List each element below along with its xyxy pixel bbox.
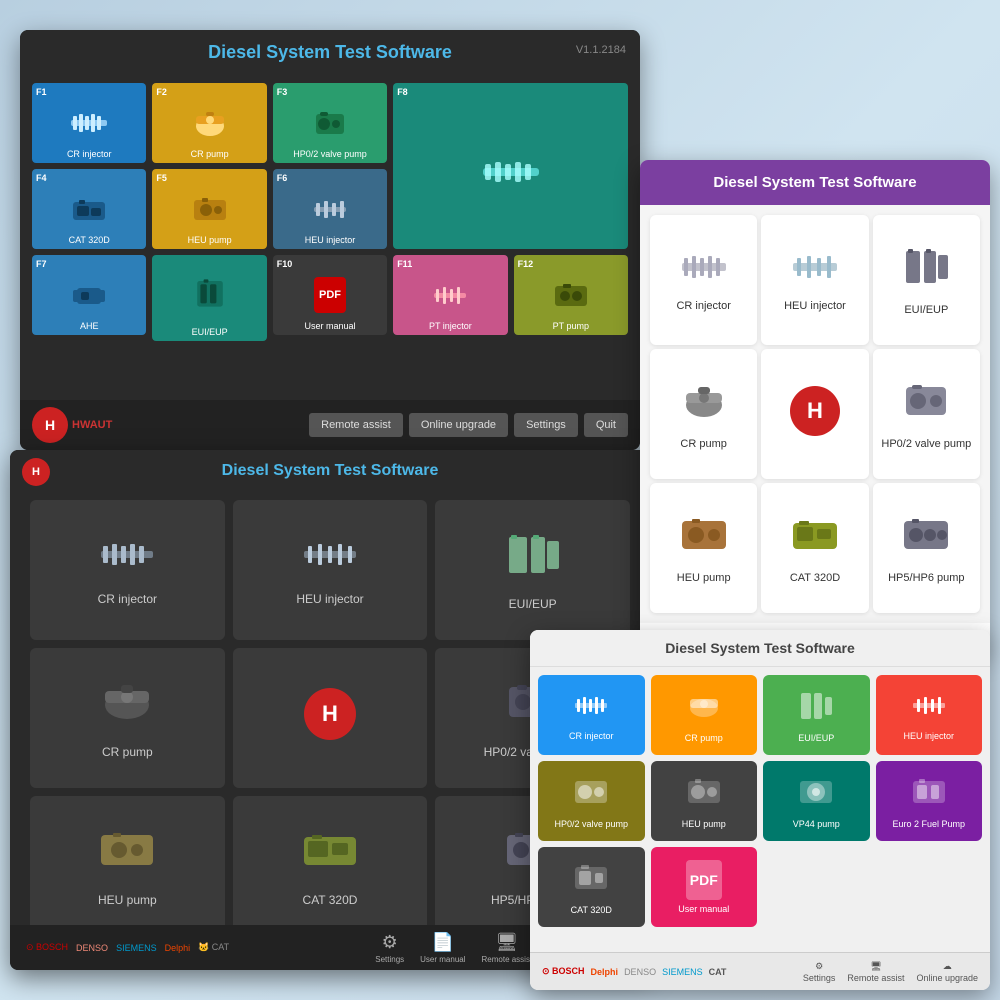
tile-pt-injector-f11[interactable]: F11 PT injector <box>393 255 507 335</box>
brand-logos-w4: ⊙ BOSCH Delphi DENSO SIEMENS CAT <box>542 966 726 977</box>
window2-title: Diesel System Test Software <box>10 450 650 492</box>
tile-cat320d-f4[interactable]: F4 CAT 320D <box>32 169 146 249</box>
w2-tile-cr-injector[interactable]: CR injector <box>30 500 225 640</box>
window1-diesel-software: Diesel System Test Software V1.1.2184 F1… <box>20 30 640 450</box>
w4-tile-vp44-pump[interactable]: VP44 pump <box>763 761 870 841</box>
tile-cr-pump-f2[interactable]: F2 CR pump <box>152 83 266 163</box>
w4-tile-cr-pump[interactable]: CR pump <box>651 675 758 755</box>
window1-tile-grid: F1 CR injector F2 <box>20 75 640 349</box>
w3-tile-heu-injector[interactable]: HEU injector <box>761 215 868 345</box>
window4-bottom-bar: ⊙ BOSCH Delphi DENSO SIEMENS CAT ⚙ Setti… <box>530 952 990 990</box>
online-upgrade-button[interactable]: Online upgrade <box>409 413 508 437</box>
window1-bottom-bar: H HWAUT Remote assist Online upgrade Set… <box>20 400 640 450</box>
hwaut-logo: H HWAUT <box>32 407 112 443</box>
nav-online-upgrade-w4[interactable]: ☁ Online upgrade <box>916 961 978 983</box>
tile-heu-injector-f6[interactable]: F6 HEU injector <box>273 169 387 249</box>
w3-tile-eui-eup[interactable]: EUI/EUP <box>873 215 980 345</box>
tile-pt-pump-f12[interactable]: F12 PT pump <box>514 255 628 335</box>
tile-eui-eup[interactable]: EUI/EUP <box>152 255 266 341</box>
tile-ahe-f7[interactable]: F7 AHE <box>32 255 146 335</box>
w4-tile-user-manual[interactable]: PDF User manual <box>651 847 758 927</box>
window1-buttons: Remote assist Online upgrade Settings Qu… <box>309 413 628 437</box>
w4-tile-euro2-fuel-pump[interactable]: Euro 2 Fuel Pump <box>876 761 983 841</box>
w3-tile-hp5hp6-pump[interactable]: HP5/HP6 pump <box>873 483 980 613</box>
w4-tile-hp-valve-pump[interactable]: HP0/2 valve pump <box>538 761 645 841</box>
w2-tile-heu-injector[interactable]: HEU injector <box>233 500 428 640</box>
nav-settings-w4[interactable]: ⚙ Settings <box>803 961 836 983</box>
quit-button[interactable]: Quit <box>584 413 628 437</box>
w3-tile-cr-pump[interactable]: CR pump <box>650 349 757 479</box>
w2-tile-hwaut-logo[interactable]: H <box>233 648 428 788</box>
w3-tile-cat320d[interactable]: CAT 320D <box>761 483 868 613</box>
settings-button[interactable]: Settings <box>514 413 578 437</box>
w4-tile-cr-injector[interactable]: CR injector <box>538 675 645 755</box>
w4-tile-eui-eup[interactable]: EUI/EUP <box>763 675 870 755</box>
window3-title: Diesel System Test Software <box>640 160 990 205</box>
tile-user-manual-f10[interactable]: F10 PDF User manual <box>273 255 387 335</box>
nav-icons-w4: ⚙ Settings 🖥 Remote assist ☁ Online upgr… <box>803 961 978 983</box>
w2-tile-heu-pump[interactable]: HEU pump <box>30 796 225 936</box>
nav-remote-assist-w4[interactable]: 🖥 Remote assist <box>847 961 904 983</box>
w4-tile-heu-pump[interactable]: HEU pump <box>651 761 758 841</box>
tile-hp-valve-pump-f3[interactable]: F3 HP0/2 valve pump <box>273 83 387 163</box>
tile-heu-pump-f5[interactable]: F5 HEU pump <box>152 169 266 249</box>
tile-cr-injector-f1[interactable]: F1 CR injector <box>32 83 146 163</box>
window1-title: Diesel System Test Software <box>20 30 640 75</box>
window1-version: V1.1.2184 <box>576 44 626 56</box>
brand-logos-w2: ⊙ BOSCH DENSO SIEMENS Delphi 🐱 CAT <box>26 942 229 953</box>
nav-user-manual-w2[interactable]: 📄 User manual <box>420 932 465 964</box>
w3-tile-hwaut-logo[interactable]: H <box>761 349 868 479</box>
window3-diesel-software: Diesel System Test Software CR injector <box>640 160 990 650</box>
window3-tile-grid: CR injector HEU injector <box>640 205 990 623</box>
w4-tile-cat320d[interactable]: CAT 320D <box>538 847 645 927</box>
w3-tile-heu-pump[interactable]: HEU pump <box>650 483 757 613</box>
w4-tile-heu-injector[interactable]: HEU injector <box>876 675 983 755</box>
w2-tile-cr-pump[interactable]: CR pump <box>30 648 225 788</box>
w3-tile-hp-valve-pump[interactable]: HP0/2 valve pump <box>873 349 980 479</box>
nav-remote-assist-w2[interactable]: 🖥 Remote assist <box>482 932 533 964</box>
remote-assist-button[interactable]: Remote assist <box>309 413 403 437</box>
tile-f8-large[interactable]: F8 <box>393 83 628 249</box>
w2-tile-eui-eup[interactable]: EUI/EUP <box>435 500 630 640</box>
nav-settings-w2[interactable]: ⚙ Settings <box>375 932 404 964</box>
window4-title: Diesel System Test Software <box>530 630 990 667</box>
window4-diesel-software: Diesel System Test Software CR injector <box>530 630 990 990</box>
w2-tile-cat320d[interactable]: CAT 320D <box>233 796 428 936</box>
window2-logo: H <box>22 458 50 486</box>
window4-tile-grid: CR injector CR pump EUI/EUP <box>530 667 990 935</box>
w3-tile-cr-injector[interactable]: CR injector <box>650 215 757 345</box>
